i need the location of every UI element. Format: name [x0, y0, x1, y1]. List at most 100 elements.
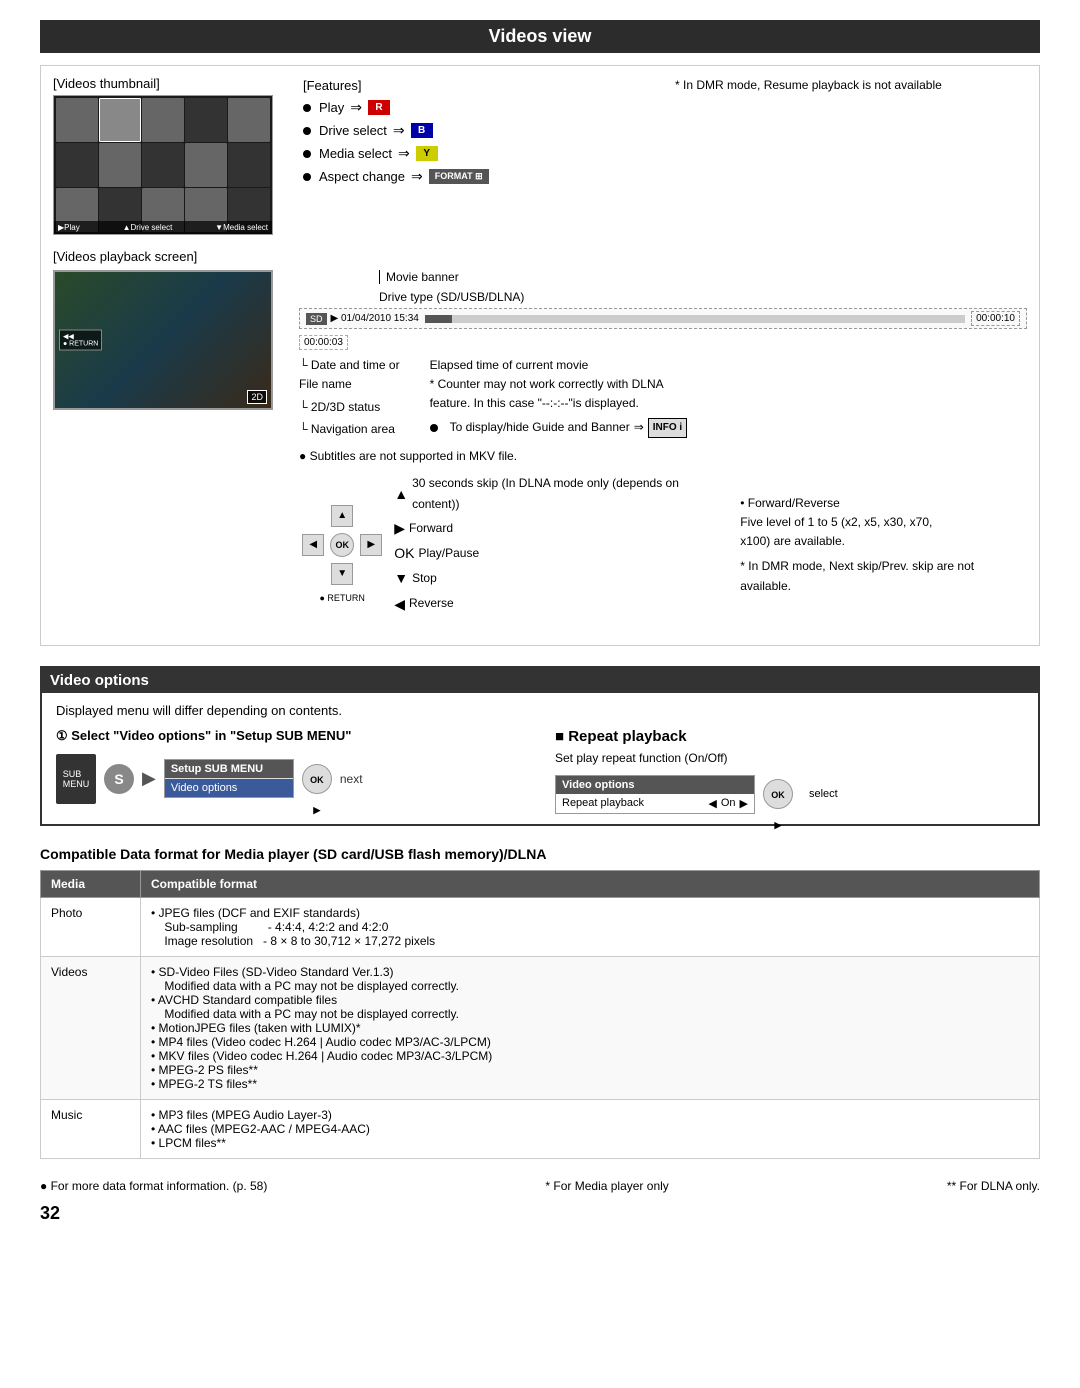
down-arrow-icon: ▼: [394, 566, 408, 591]
repeat-menu-item[interactable]: Repeat playback ◀ On ▶: [556, 794, 754, 813]
arrow-right-icon: ⇒: [393, 122, 405, 139]
forward-label: Forward: [409, 518, 453, 540]
stop-label: Stop: [412, 568, 437, 590]
format-music: • MP3 files (MPEG Audio Layer-3) • AAC f…: [141, 1099, 1040, 1158]
format-photo: • JPEG files (DCF and EXIF standards) Su…: [141, 897, 1040, 956]
bullet-icon: [430, 424, 438, 432]
sub-s-icon: S: [104, 764, 134, 794]
dmr-skip-note: * In DMR mode, Next skip/Prev. skip are …: [740, 557, 1027, 595]
drive-button-blue: B: [411, 123, 433, 138]
skip-label: 30 seconds skip (In DLNA mode only (depe…: [412, 473, 728, 516]
dpad-area: ▲ ◀ OK ▶ ▼ ● RETURN ▲ 30 seconds skip (I…: [302, 473, 1027, 617]
repeat-ok-button[interactable]: OK▶: [763, 779, 793, 809]
reverse-label: Reverse: [409, 593, 454, 615]
arrow-right-icon: ⇒: [398, 145, 410, 162]
video-options-section: Video options Displayed menu will differ…: [40, 666, 1040, 826]
format-videos: • SD-Video Files (SD-Video Standard Ver.…: [141, 956, 1040, 1099]
table-row-photo: Photo • JPEG files (DCF and EXIF standar…: [41, 897, 1040, 956]
right-arrow-icon: ▶: [394, 516, 405, 541]
movie-banner-label: Movie banner: [379, 270, 1027, 284]
feature-aspect-label: Aspect change: [319, 169, 405, 184]
dpad-ok-button[interactable]: OK: [330, 533, 354, 557]
playback-row: ◀◀● RETURN 2D Movie banner Drive type (S…: [53, 270, 1027, 463]
next-label: next: [340, 772, 363, 786]
thumb-cell: [228, 143, 270, 187]
return-button[interactable]: ◀◀● RETURN: [59, 330, 102, 351]
playback-screen-container: ◀◀● RETURN 2D: [53, 270, 283, 463]
dlna-only-text: ** For DLNA only.: [947, 1179, 1040, 1193]
dmr-note-text: * In DMR mode, Resume playback is not av…: [675, 78, 1027, 92]
bullet-icon: [303, 104, 311, 112]
top-row: [Videos thumbnail]: [53, 76, 1027, 235]
subtitles-note: ● Subtitles are not supported in MKV fil…: [299, 449, 1027, 463]
detail-area: └ Date and time orFile name └ 2D/3D stat…: [299, 356, 1027, 441]
select-label: select: [809, 788, 838, 800]
aspect-button-format: FORMAT ⊞: [429, 169, 489, 184]
thumbnail-label: [Videos thumbnail]: [53, 76, 283, 91]
dpad-right-button[interactable]: ▶: [360, 534, 382, 556]
vo-content: ① Select "Video options" in "Setup SUB M…: [56, 728, 1024, 814]
vo-displayed-note: Displayed menu will differ depending on …: [56, 703, 1024, 718]
sd-indicator: SD: [306, 313, 327, 325]
videos-view-content: [Videos thumbnail]: [40, 65, 1040, 646]
right-notes: Elapsed time of current movie * Counter …: [430, 356, 688, 441]
col-media-header: Media: [41, 870, 141, 897]
sub-menu-text: SUBMENU: [63, 769, 90, 789]
feature-media-select: Media select ⇒ Y: [303, 145, 655, 162]
menu-box-item-video-options[interactable]: Video options: [165, 778, 293, 797]
thumb-cell: [228, 98, 270, 142]
menu-diagram: SUBMENU S ▶ Setup SUB MENU Video options…: [56, 754, 525, 804]
timeline-bar: SD ▶ 01/04/2010 15:34 00:00:10: [299, 308, 1027, 329]
nav-area-label: Navigation area: [311, 422, 395, 436]
media-videos: Videos: [41, 956, 141, 1099]
dpad-left-button[interactable]: ◀: [302, 534, 324, 556]
thumbnail-section: [Videos thumbnail]: [53, 76, 283, 235]
table-row-music: Music • MP3 files (MPEG Audio Layer-3) •…: [41, 1099, 1040, 1158]
thumb-cell: [142, 98, 184, 142]
up-arrow-icon: ▲: [394, 482, 408, 507]
2d-badge: 2D: [247, 390, 267, 404]
menu-box-header: Setup SUB MENU: [165, 760, 293, 778]
arrow-indicator: └: [299, 358, 308, 372]
thumb-bottom-bar: ▶Play ▲Drive select ▼Media select: [54, 221, 272, 234]
thumb-cell: [99, 143, 141, 187]
dmr-note-section: * In DMR mode, Resume playback is not av…: [675, 76, 1027, 235]
info-button[interactable]: INFO i: [648, 418, 687, 438]
arrow-right-icon: ⇒: [411, 168, 423, 185]
feature-media-label: Media select: [319, 146, 392, 161]
repeat-menu-header: Video options: [556, 776, 754, 794]
dpad-up-button[interactable]: ▲: [331, 505, 353, 527]
dpad-down-button[interactable]: ▼: [331, 563, 353, 585]
guide-banner-text: To display/hide Guide and Banner: [450, 418, 630, 437]
table-row-videos: Videos • SD-Video Files (SD-Video Standa…: [41, 956, 1040, 1099]
play-button-red: R: [368, 100, 390, 115]
time-counter: 00:00:03: [299, 335, 348, 350]
ok-button[interactable]: OK▶: [302, 764, 332, 794]
compat-section: Compatible Data format for Media player …: [40, 846, 1040, 1159]
repeat-subtitle: Set play repeat function (On/Off): [555, 751, 1024, 765]
thumb-cell: [56, 143, 98, 187]
skip-item: ▲ 30 seconds skip (In DLNA mode only (de…: [394, 473, 728, 516]
repeat-menu-box: Video options Repeat playback ◀ On ▶: [555, 775, 755, 814]
feature-drive-select: Drive select ⇒ B: [303, 122, 655, 139]
features-label: [Features]: [303, 78, 655, 93]
screen-inner: ◀◀● RETURN 2D: [55, 272, 271, 408]
controls-labels: ▲ 30 seconds skip (In DLNA mode only (de…: [394, 473, 728, 617]
thumb-cell: [56, 98, 98, 142]
timeline-progress: [425, 315, 965, 323]
annotations-area: Movie banner Drive type (SD/USB/DLNA) SD…: [299, 270, 1027, 463]
ok-icon: OK: [394, 541, 414, 566]
date-file-label: Date and time orFile name: [299, 358, 400, 391]
time-elapsed: 00:00:10: [971, 311, 1020, 326]
more-info-text: ● For more data format information. (p. …: [40, 1179, 267, 1193]
compat-table: Media Compatible format Photo • JPEG fil…: [40, 870, 1040, 1159]
drive-type-label: Drive type (SD/USB/DLNA): [379, 290, 1027, 304]
bullet-icon: [303, 150, 311, 158]
play-pause-item: OK Play/Pause: [394, 541, 728, 566]
thumb-cell: [185, 98, 227, 142]
repeat-value: ◀ On ▶: [708, 797, 748, 810]
page-number: 32: [40, 1203, 1040, 1224]
compat-title: Compatible Data format for Media player …: [40, 846, 1040, 862]
playback-section: [Videos playback screen] ◀◀● RETURN 2D M…: [53, 249, 1027, 617]
elapsed-label: Elapsed time of current movie: [430, 356, 688, 375]
